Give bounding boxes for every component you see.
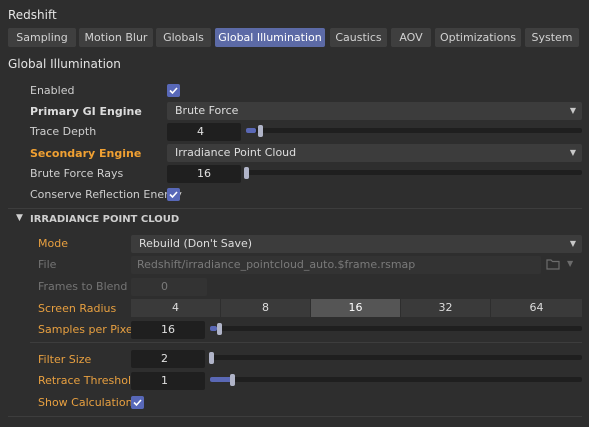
screen-radius-option-8[interactable]: 8 bbox=[221, 299, 310, 317]
brute-force-rays-field[interactable]: 16 bbox=[167, 165, 241, 183]
samples-per-pixel-field[interactable]: 16 bbox=[131, 321, 205, 339]
tab-global-illumination[interactable]: Global Illumination bbox=[215, 28, 325, 47]
irradiance-point-cloud-header[interactable]: IRRADIANCE POINT CLOUD bbox=[30, 214, 179, 225]
conserve-reflection-energy-checkbox[interactable] bbox=[167, 188, 180, 201]
checkmark-icon bbox=[169, 191, 178, 199]
frames-to-blend-field[interactable]: 0 bbox=[131, 278, 207, 296]
screen-radius-option-64[interactable]: 64 bbox=[491, 299, 582, 317]
primary-gi-engine-dropdown[interactable]: Brute Force ▼ bbox=[167, 102, 582, 120]
frames-to-blend-label: Frames to Blend bbox=[38, 280, 128, 293]
file-path-field[interactable]: Redshift/irradiance_pointcloud_auto.$fra… bbox=[131, 256, 541, 274]
tab-aov[interactable]: AOV bbox=[391, 28, 431, 47]
enabled-label: Enabled bbox=[30, 84, 75, 97]
screen-radius-label: Screen Radius bbox=[38, 302, 117, 315]
show-calculation-label: Show Calculation bbox=[38, 396, 133, 409]
app-title: Redshift bbox=[8, 8, 57, 22]
enabled-checkbox[interactable] bbox=[167, 84, 180, 97]
screen-radius-option-32[interactable]: 32 bbox=[401, 299, 490, 317]
brute-force-rays-label: Brute Force Rays bbox=[30, 167, 124, 180]
retrace-threshold-label: Retrace Threshold bbox=[38, 374, 139, 387]
trace-depth-label: Trace Depth bbox=[30, 125, 97, 138]
trace-depth-slider-handle[interactable] bbox=[258, 125, 263, 137]
tab-system[interactable]: System bbox=[525, 28, 579, 47]
chevron-down-icon: ▼ bbox=[569, 148, 576, 157]
brute-force-rays-slider-handle[interactable] bbox=[244, 167, 249, 179]
mode-value: Rebuild (Don't Save) bbox=[139, 237, 253, 250]
mode-dropdown[interactable]: Rebuild (Don't Save) ▼ bbox=[131, 235, 582, 253]
tab-motion-blur[interactable]: Motion Blur bbox=[79, 28, 153, 47]
screen-radius-option-16[interactable]: 16 bbox=[311, 299, 400, 317]
tab-caustics[interactable]: Caustics bbox=[330, 28, 387, 47]
divider bbox=[8, 416, 582, 417]
tab-sampling[interactable]: Sampling bbox=[8, 28, 76, 47]
trace-depth-field[interactable]: 4 bbox=[167, 123, 241, 141]
folder-icon[interactable] bbox=[546, 258, 560, 273]
tab-optimizations[interactable]: Optimizations bbox=[435, 28, 521, 47]
divider bbox=[30, 342, 582, 343]
file-label: File bbox=[38, 258, 57, 271]
brute-force-rays-slider[interactable] bbox=[246, 170, 582, 175]
secondary-engine-dropdown[interactable]: Irradiance Point Cloud ▼ bbox=[167, 144, 582, 162]
retrace-threshold-slider-fill bbox=[210, 377, 233, 382]
tab-globals[interactable]: Globals bbox=[156, 28, 211, 47]
samples-per-pixel-slider-handle[interactable] bbox=[217, 323, 222, 335]
samples-per-pixel-slider[interactable] bbox=[210, 326, 582, 331]
checkmark-icon bbox=[169, 87, 178, 95]
divider bbox=[8, 208, 582, 209]
filter-size-slider-handle[interactable] bbox=[209, 352, 214, 364]
retrace-threshold-slider[interactable] bbox=[210, 377, 582, 382]
chevron-down-icon: ▼ bbox=[569, 106, 576, 115]
secondary-engine-label: Secondary Engine bbox=[30, 147, 142, 160]
trace-depth-slider-fill bbox=[246, 128, 257, 133]
retrace-threshold-slider-handle[interactable] bbox=[230, 374, 235, 386]
mode-label: Mode bbox=[38, 237, 68, 250]
file-options-chevron-down-icon[interactable]: ▼ bbox=[567, 259, 573, 268]
screen-radius-option-4[interactable]: 4 bbox=[131, 299, 220, 317]
filter-size-slider[interactable] bbox=[210, 355, 582, 360]
retrace-threshold-field[interactable]: 1 bbox=[131, 372, 205, 390]
show-calculation-checkbox[interactable] bbox=[131, 396, 144, 409]
trace-depth-slider[interactable] bbox=[246, 128, 582, 133]
collapse-chevron-icon[interactable]: ▼ bbox=[16, 213, 23, 223]
primary-gi-engine-value: Brute Force bbox=[175, 104, 239, 117]
samples-per-pixel-label: Samples per Pixel bbox=[38, 323, 136, 336]
conserve-reflection-energy-label: Conserve Reflection Energy bbox=[30, 188, 182, 201]
primary-gi-engine-label: Primary GI Engine bbox=[30, 105, 142, 118]
chevron-down-icon: ▼ bbox=[569, 239, 576, 248]
filter-size-field[interactable]: 2 bbox=[131, 350, 205, 368]
section-title: Global Illumination bbox=[8, 57, 121, 71]
filter-size-label: Filter Size bbox=[38, 353, 92, 366]
secondary-engine-value: Irradiance Point Cloud bbox=[175, 146, 297, 159]
checkmark-icon bbox=[133, 399, 142, 407]
